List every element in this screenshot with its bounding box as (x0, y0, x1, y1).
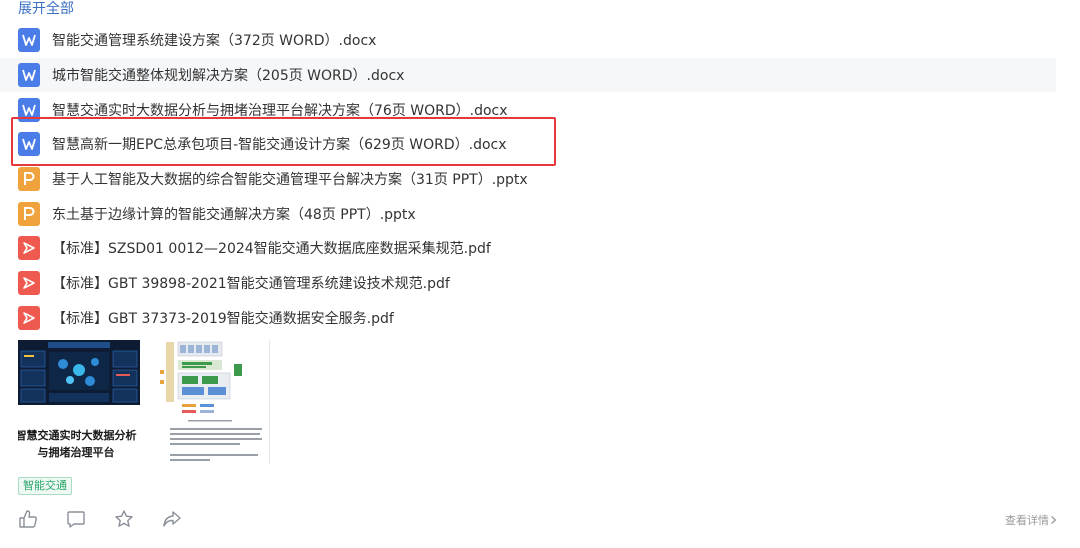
file-name: 智能交通管理系统建设方案（372页 WORD）.docx (52, 33, 377, 50)
share-button[interactable] (162, 508, 210, 530)
thumbnail-strip: 智慧交通实时大数据分析 与拥堵治理平台 (18, 340, 270, 464)
expand-all-link[interactable]: 展开全部 (18, 0, 74, 18)
thumbnail-document[interactable] (152, 340, 270, 464)
file-row-2[interactable]: 城市智能交通整体规划解决方案（205页 WORD）.docx (0, 57, 1056, 93)
word-file-icon (18, 63, 40, 88)
view-details-label: 查看详情 (1005, 514, 1049, 527)
dashboard-preview-image (18, 340, 140, 405)
file-row-9[interactable]: 【标准】GBT 37373-2019智能交通数据安全服务.pdf (0, 301, 1080, 336)
file-name: 【标准】GBT 39898-2021智能交通管理系统建设技术规范.pdf (52, 276, 450, 293)
architecture-diagram-preview (160, 341, 242, 422)
file-row-4[interactable]: 智慧高新一期EPC总承包项目-智能交通设计方案（629页 WORD）.docx (0, 127, 1080, 162)
file-name: 智慧高新一期EPC总承包项目-智能交通设计方案（629页 WORD）.docx (52, 137, 507, 154)
view-details-link[interactable]: 查看详情 (1005, 512, 1058, 528)
comment-button[interactable] (66, 508, 114, 530)
favorite-button[interactable] (114, 508, 162, 530)
ppt-file-icon (18, 201, 40, 226)
file-row-8[interactable]: 【标准】GBT 39898-2021智能交通管理系统建设技术规范.pdf (0, 266, 1080, 301)
pdf-file-icon (18, 271, 40, 296)
file-row-1[interactable]: 智能交通管理系统建设方案（372页 WORD）.docx (0, 23, 1080, 58)
thumbnail-dashboard[interactable]: 智慧交通实时大数据分析 与拥堵治理平台 (18, 340, 140, 464)
thumbnail-caption-line2: 与拥堵治理平台 (37, 446, 115, 459)
word-file-icon (18, 97, 40, 122)
file-row-7[interactable]: 【标准】SZSD01 0012—2024智能交通大数据底座数据采集规范.pdf (0, 231, 1080, 266)
star-icon (115, 510, 133, 527)
file-name: 基于人工智能及大数据的综合智能交通管理平台解决方案（31页 PPT）.pptx (52, 172, 528, 189)
thumbnail-caption: 智慧交通实时大数据分析 与拥堵治理平台 (18, 427, 140, 461)
ppt-file-icon (18, 167, 40, 192)
file-name: 东土基于边缘计算的智能交通解决方案（48页 PPT）.pptx (52, 206, 416, 223)
thumbs-up-icon (19, 510, 37, 528)
pdf-file-icon (18, 305, 40, 330)
chevron-right-icon (1051, 516, 1057, 524)
file-name: 【标准】SZSD01 0012—2024智能交通大数据底座数据采集规范.pdf (52, 241, 491, 258)
file-row-3[interactable]: 智慧交通实时大数据分析与拥堵治理平台解决方案（76页 WORD）.docx (0, 92, 1080, 127)
topic-tag[interactable]: 智能交通 (18, 477, 72, 495)
file-list: 智能交通管理系统建设方案（372页 WORD）.docx 城市智能交通整体规划解… (0, 23, 1080, 335)
file-name: 城市智能交通整体规划解决方案（205页 WORD）.docx (52, 68, 405, 85)
share-icon (163, 511, 181, 527)
file-row-5[interactable]: 基于人工智能及大数据的综合智能交通管理平台解决方案（31页 PPT）.pptx (0, 162, 1080, 197)
file-name: 智慧交通实时大数据分析与拥堵治理平台解决方案（76页 WORD）.docx (52, 102, 508, 119)
document-text-preview (170, 428, 262, 464)
word-file-icon (18, 28, 40, 53)
thumbnail-caption-line1: 智慧交通实时大数据分析 (18, 429, 137, 442)
pdf-file-icon (18, 236, 40, 261)
action-bar (18, 508, 210, 530)
word-file-icon (18, 132, 40, 157)
file-row-6[interactable]: 东土基于边缘计算的智能交通解决方案（48页 PPT）.pptx (0, 196, 1080, 231)
like-button[interactable] (18, 508, 66, 530)
file-name: 【标准】GBT 37373-2019智能交通数据安全服务.pdf (52, 310, 394, 327)
comment-icon (67, 511, 85, 528)
